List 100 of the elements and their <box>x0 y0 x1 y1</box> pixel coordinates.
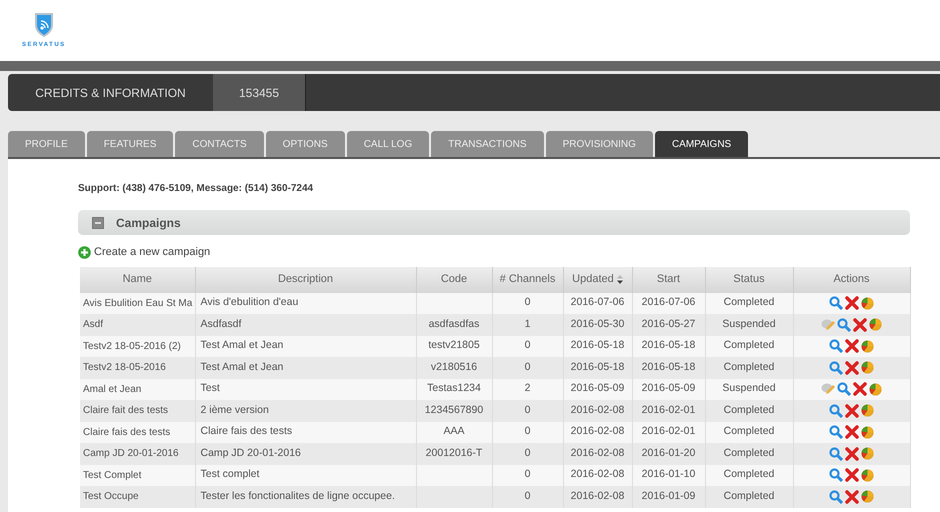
table-cell: Camp JD 20-01-2016 <box>80 443 195 464</box>
pie-chart-icon[interactable] <box>861 361 874 374</box>
table-cell: 2016-05-18 <box>632 357 705 378</box>
table-cell: 2016-02-08 <box>563 422 632 443</box>
delete-icon[interactable] <box>845 404 859 418</box>
tab[interactable]: TRANSACTIONS <box>431 131 544 157</box>
table-cell: Camp JD 20-01-2016 <box>195 443 416 464</box>
delete-icon[interactable] <box>853 318 867 332</box>
delete-icon[interactable] <box>845 296 859 310</box>
table-cell: Testas1234 <box>416 378 492 400</box>
logo-icon <box>34 12 54 38</box>
delete-icon[interactable] <box>853 382 867 396</box>
table-cell: 0 <box>492 443 563 464</box>
table-cell: 2016-05-18 <box>563 336 632 357</box>
status-cell: Completed <box>705 292 793 314</box>
search-icon[interactable] <box>829 360 843 375</box>
tab[interactable]: CONTACTS <box>175 131 264 157</box>
delete-icon[interactable] <box>845 339 859 354</box>
pie-chart-icon[interactable] <box>861 296 874 310</box>
table-cell: Test Occupe <box>80 486 195 508</box>
table-cell: Avis Ebulition Eau St Ma <box>80 292 195 314</box>
table-cell: 2016-02-01 <box>632 422 705 443</box>
delete-icon[interactable] <box>845 490 859 504</box>
delete-icon[interactable] <box>845 446 859 461</box>
table-cell: 2016-05-09 <box>632 378 705 400</box>
column-header: Name <box>80 266 195 292</box>
status-cell: Completed <box>705 357 793 378</box>
tab[interactable]: FEATURES <box>86 131 174 157</box>
status-cell: Completed <box>705 486 793 508</box>
table-cell: 2016-07-06 <box>632 292 705 314</box>
table-cell: 2016-02-08 <box>563 443 632 464</box>
pie-chart-icon[interactable] <box>861 426 874 439</box>
delete-icon[interactable] <box>845 425 859 440</box>
table-cell: 2016-05-18 <box>632 336 705 357</box>
pie-chart-icon[interactable] <box>869 382 882 396</box>
pie-chart-icon[interactable] <box>861 447 874 460</box>
collapse-icon[interactable] <box>92 216 104 228</box>
search-icon[interactable] <box>837 318 851 332</box>
table-cell: 2016-01-20 <box>632 443 705 464</box>
table-cell: AAA <box>416 422 492 443</box>
table-cell: asdfasdfas <box>416 314 492 336</box>
table-cell: Asdfasdf <box>195 314 416 336</box>
table-cell: Claire fais des tests <box>195 422 416 443</box>
table-cell: Amal et Jean <box>80 378 195 400</box>
table-cell: v2180516 <box>416 357 492 378</box>
status-cell: Completed <box>705 443 793 464</box>
tab[interactable]: CAMPAIGNS <box>654 131 748 157</box>
table-cell: 0 <box>492 336 563 357</box>
table-cell: Test Complet <box>80 464 195 486</box>
table-cell: 2016-07-06 <box>563 292 632 314</box>
create-campaign-link[interactable]: Create a new campaign <box>94 244 210 260</box>
search-icon[interactable] <box>829 296 843 310</box>
table-cell: 2016-05-18 <box>563 357 632 378</box>
status-cell: Completed <box>705 336 793 357</box>
table-cell: Asdf <box>80 314 195 336</box>
pie-chart-icon[interactable] <box>869 318 882 332</box>
pie-chart-icon[interactable] <box>861 404 874 418</box>
table-cell: 20012016-T <box>416 443 492 464</box>
tab[interactable]: OPTIONS <box>266 131 345 157</box>
section-header[interactable]: Campaigns <box>78 210 910 235</box>
search-icon[interactable] <box>837 382 851 396</box>
search-icon[interactable] <box>829 468 843 482</box>
table-cell: 0 <box>492 292 563 314</box>
table-cell: 1234567890 <box>416 400 492 422</box>
table-cell: Test <box>195 378 416 400</box>
delete-icon[interactable] <box>845 468 859 482</box>
table-cell: 0 <box>492 400 563 422</box>
column-header: Description <box>195 266 416 292</box>
column-header: Start <box>632 266 705 292</box>
column-header[interactable]: Updated <box>563 266 632 292</box>
table-cell: Testv2 18-05-2016 <box>80 357 195 378</box>
table-cell: 2016-05-09 <box>563 378 632 400</box>
section-title: Campaigns <box>116 214 181 232</box>
delete-icon[interactable] <box>845 360 859 375</box>
table-cell: 0 <box>492 486 563 508</box>
tab[interactable]: PROVISIONING <box>546 131 653 157</box>
table-cell: 2016-05-30 <box>563 314 632 336</box>
table-cell: Test complet <box>195 464 416 486</box>
table-cell: 2016-05-27 <box>632 314 705 336</box>
column-header: Actions <box>793 266 910 292</box>
tab[interactable]: CALL LOG <box>346 131 430 157</box>
table-cell: 0 <box>492 464 563 486</box>
search-icon[interactable] <box>829 446 843 461</box>
pie-chart-icon[interactable] <box>861 468 874 482</box>
table-cell: 2016-02-01 <box>632 400 705 422</box>
table-cell: 2 ième version <box>195 400 416 422</box>
status-cell: Suspended <box>705 314 793 336</box>
tab[interactable]: PROFILE <box>8 131 85 157</box>
pie-chart-icon[interactable] <box>861 490 874 504</box>
status-cell: Suspended <box>705 378 793 400</box>
table-cell: 2016-01-09 <box>632 486 705 508</box>
search-icon[interactable] <box>829 404 843 418</box>
search-icon[interactable] <box>829 339 843 354</box>
column-header: Status <box>705 266 793 292</box>
sort-icon[interactable] <box>616 274 623 284</box>
pie-chart-icon[interactable] <box>861 340 874 353</box>
add-icon[interactable] <box>78 246 91 259</box>
search-icon[interactable] <box>829 425 843 440</box>
status-cell: Completed <box>705 400 793 422</box>
search-icon[interactable] <box>829 490 843 504</box>
